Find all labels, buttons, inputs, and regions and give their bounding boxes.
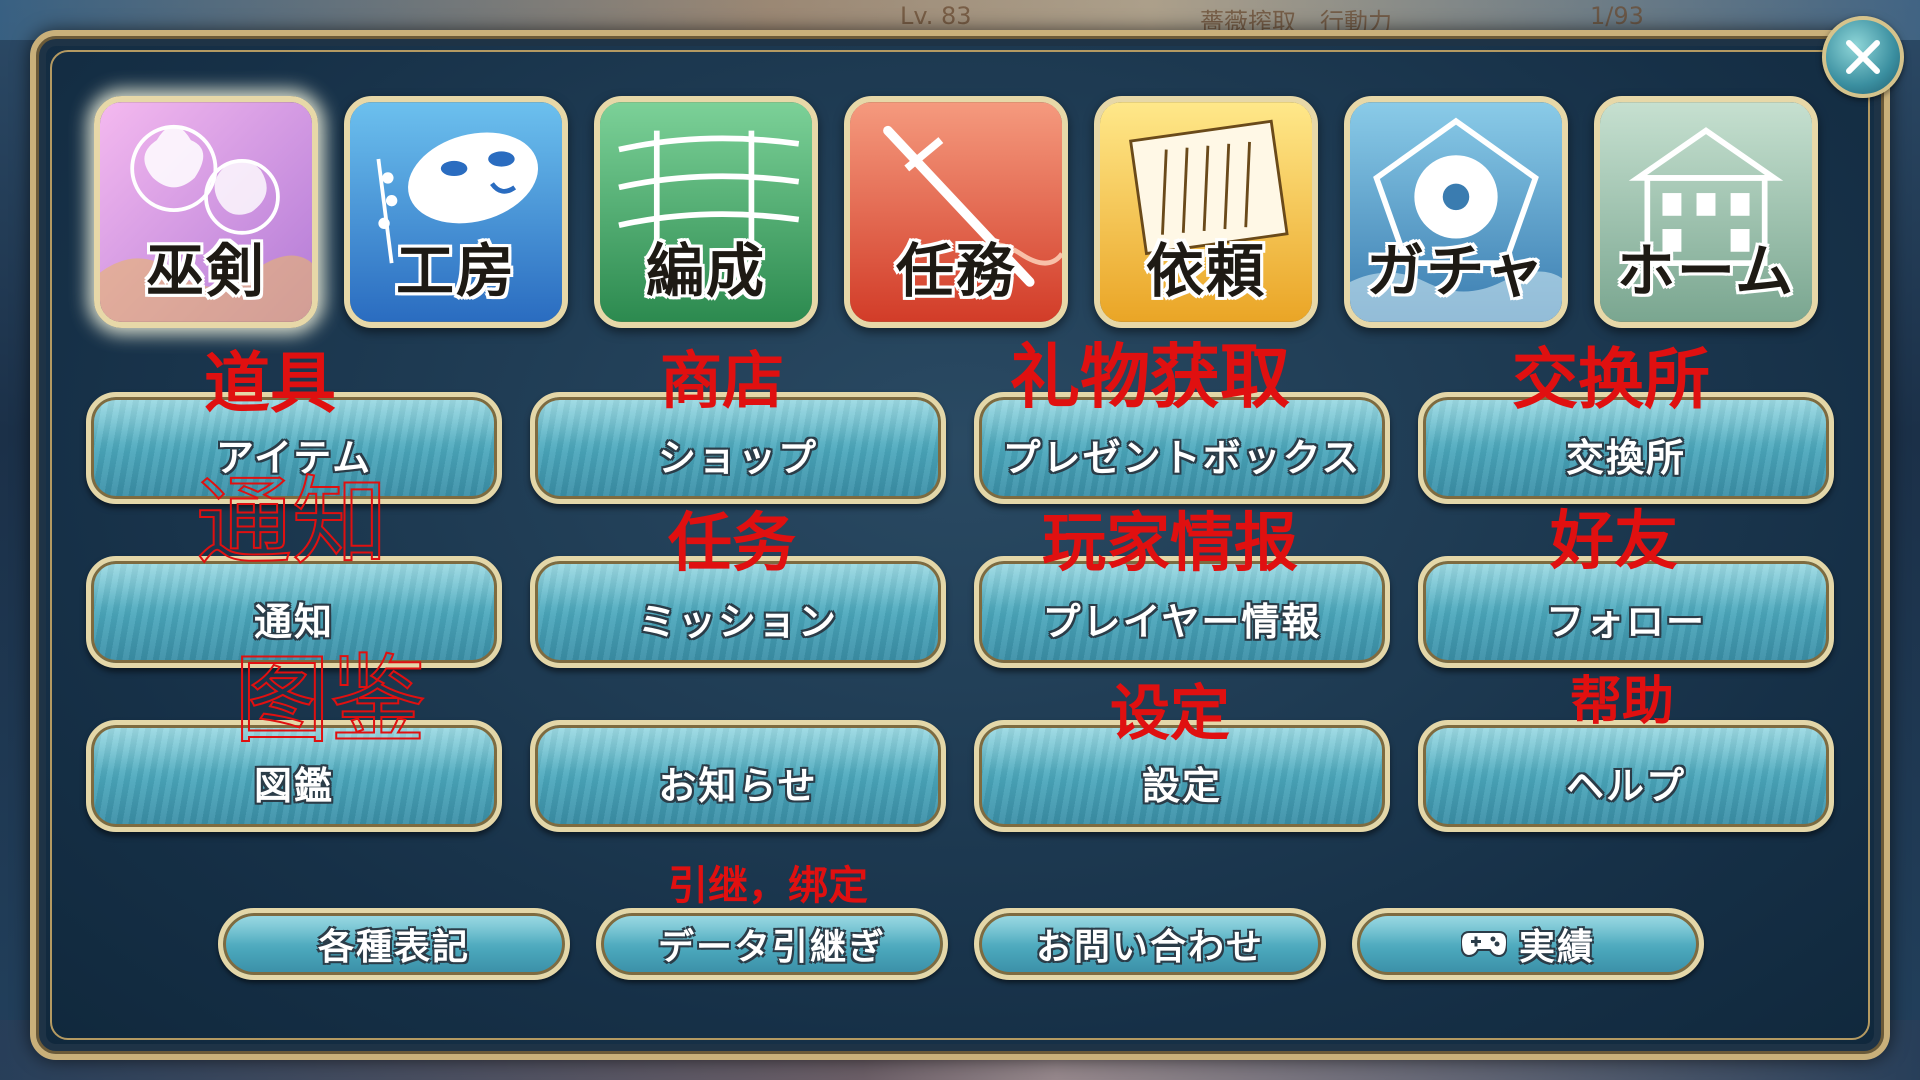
tile-label: 工房 — [395, 237, 516, 305]
shop-button-label: ショップ — [657, 434, 818, 480]
close-button[interactable] — [1822, 16, 1904, 98]
help-button-label: ヘルプ — [1565, 762, 1686, 808]
encyclopedia-button-label: 図鑑 — [253, 762, 334, 808]
data-transfer-label: データ引継ぎ — [657, 926, 886, 968]
contact-label: お問い合わせ — [1035, 926, 1264, 968]
settings-button-label: 設定 — [1141, 762, 1222, 808]
tile-label: 編成 — [645, 237, 766, 305]
annotation-friend: 好友 — [1550, 504, 1678, 579]
player-info-button-label: プレイヤー情報 — [1042, 598, 1322, 644]
tile-request[interactable]: 依頼 — [1094, 96, 1318, 328]
tile-formation[interactable]: 編成 — [594, 96, 818, 328]
exchange-button-label: 交換所 — [1565, 434, 1686, 480]
background-stamina-label: 薔薇搾取 行動力 — [1200, 8, 1392, 36]
annotation-encyclopedia: 图鉴 — [233, 644, 427, 756]
notification-button-label: 通知 — [253, 598, 334, 644]
tile-label: 任務 — [895, 237, 1016, 305]
tile-home[interactable]: ホーム — [1594, 96, 1818, 328]
help-button[interactable]: ヘルプ — [1418, 720, 1834, 832]
mission-button-label: ミッション — [637, 598, 838, 644]
legal-notice-button[interactable]: 各種表記 — [218, 908, 570, 980]
news-button-label: お知らせ — [658, 762, 818, 808]
annotation-present: 礼物获取 — [1010, 335, 1290, 418]
achievements-label: 実績 — [1518, 926, 1595, 968]
background-level-text: Lv. 83 — [900, 2, 972, 30]
annotation-player-info: 玩家情报 — [1042, 506, 1298, 581]
tile-label: 依頼 — [1145, 237, 1266, 305]
data-transfer-button[interactable]: データ引継ぎ — [596, 908, 948, 980]
follow-button-label: フォロー — [1545, 598, 1706, 644]
tile-gacha[interactable]: ガチャ — [1344, 96, 1568, 328]
background-stamina-value: 1/93 — [1590, 2, 1644, 30]
annotation-exchange: 交换所 — [1512, 340, 1710, 418]
tile-label: ホーム — [1616, 237, 1796, 305]
tile-label: 巫剣 — [145, 237, 266, 305]
present-box-button-label: プレゼントボックス — [1002, 434, 1362, 480]
annotation-item: 道具 — [204, 344, 336, 422]
annotation-notification: 通知 — [195, 466, 389, 578]
legal-notice-label: 各種表記 — [317, 926, 470, 968]
gamepad-icon — [1460, 931, 1507, 958]
annotation-shop: 商店 — [660, 344, 785, 417]
annotation-data-transfer: 引继，绑定 — [668, 862, 868, 909]
close-icon — [1846, 40, 1880, 74]
tile-miken[interactable]: 巫剣 — [94, 96, 318, 328]
annotation-help: 帮助 — [1570, 671, 1675, 732]
news-button[interactable]: お知らせ — [530, 720, 946, 832]
annotation-mission: 任务 — [668, 506, 796, 581]
achievements-button[interactable]: 実績 — [1352, 908, 1704, 980]
contact-button[interactable]: お問い合わせ — [974, 908, 1326, 980]
tile-workshop[interactable]: 工房 — [344, 96, 568, 328]
tile-mission[interactable]: 任務 — [844, 96, 1068, 328]
annotation-settings: 设定 — [1110, 679, 1230, 749]
tile-label: ガチャ — [1366, 237, 1546, 305]
